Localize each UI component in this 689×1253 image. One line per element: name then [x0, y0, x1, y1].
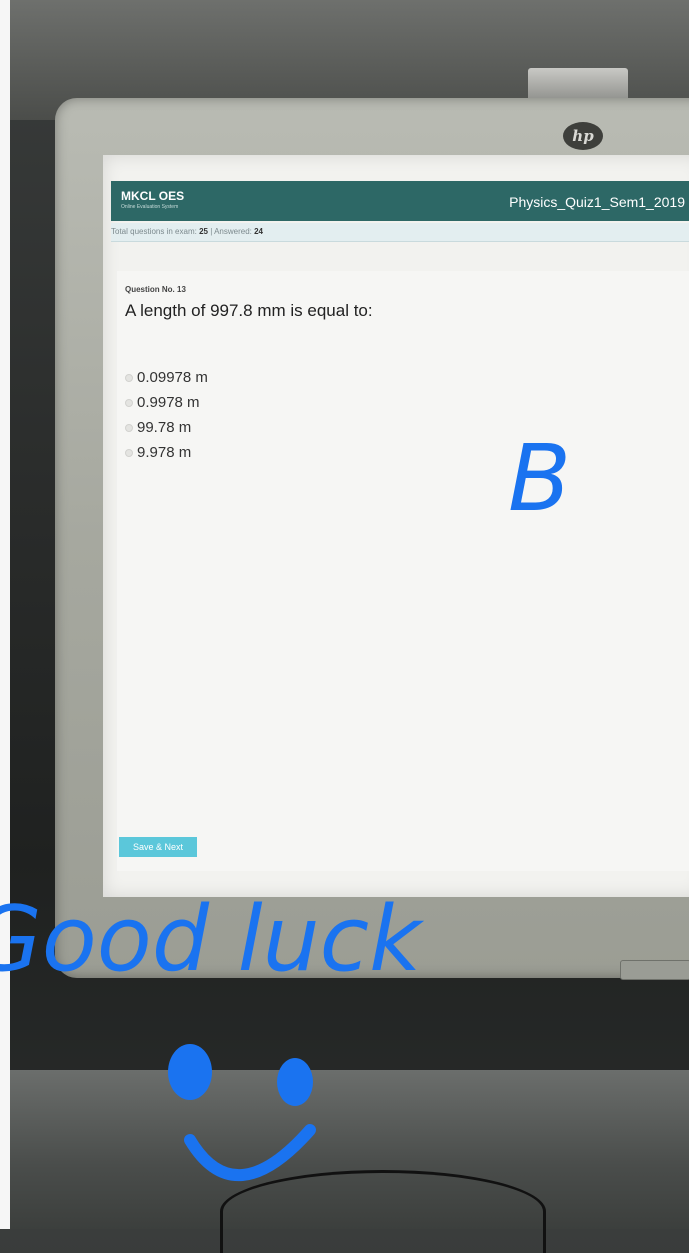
- option-label: 99.78 m: [137, 419, 192, 436]
- total-questions-label: Total questions in exam:: [111, 227, 197, 236]
- total-questions-value: 25: [199, 227, 208, 236]
- question-number: Question No. 13: [125, 285, 186, 294]
- option-label: 9.978 m: [137, 444, 192, 461]
- option-label: 0.09978 m: [137, 369, 208, 386]
- radio-button[interactable]: [125, 373, 133, 382]
- save-next-button[interactable]: Save & Next: [119, 837, 197, 857]
- answered-value: 24: [254, 227, 263, 236]
- brand-subtitle: Online Evaluation System: [121, 204, 179, 210]
- question-text: A length of 997.8 mm is equal to:: [125, 301, 373, 320]
- option-2[interactable]: 0.9978 m: [125, 394, 200, 411]
- option-1[interactable]: 0.09978 m: [125, 369, 208, 386]
- radio-button[interactable]: [125, 398, 133, 407]
- exam-stats-bar: Total questions in exam: 25 | Answered: …: [111, 223, 689, 242]
- photo-border: [0, 0, 10, 1229]
- radio-button[interactable]: [125, 423, 133, 432]
- app-header: MKCL OES Online Evaluation System Physic…: [111, 181, 689, 221]
- option-label: 0.9978 m: [137, 394, 200, 411]
- exam-title: Physics_Quiz1_Sem1_2019: [509, 194, 685, 210]
- question-panel: Question No. 13 A length of 997.8 mm is …: [117, 271, 689, 871]
- radio-button[interactable]: [125, 448, 133, 457]
- monitor-power-button: [620, 960, 689, 980]
- monitor-screen: MKCL OES Online Evaluation System Physic…: [103, 155, 689, 897]
- cable: [220, 1170, 546, 1253]
- brand-name: MKCL OES: [121, 189, 185, 203]
- option-4[interactable]: 9.978 m: [125, 444, 191, 461]
- answered-label: | Answered:: [210, 227, 252, 236]
- hp-logo: hp: [563, 122, 603, 150]
- option-3[interactable]: 99.78 m: [125, 419, 191, 436]
